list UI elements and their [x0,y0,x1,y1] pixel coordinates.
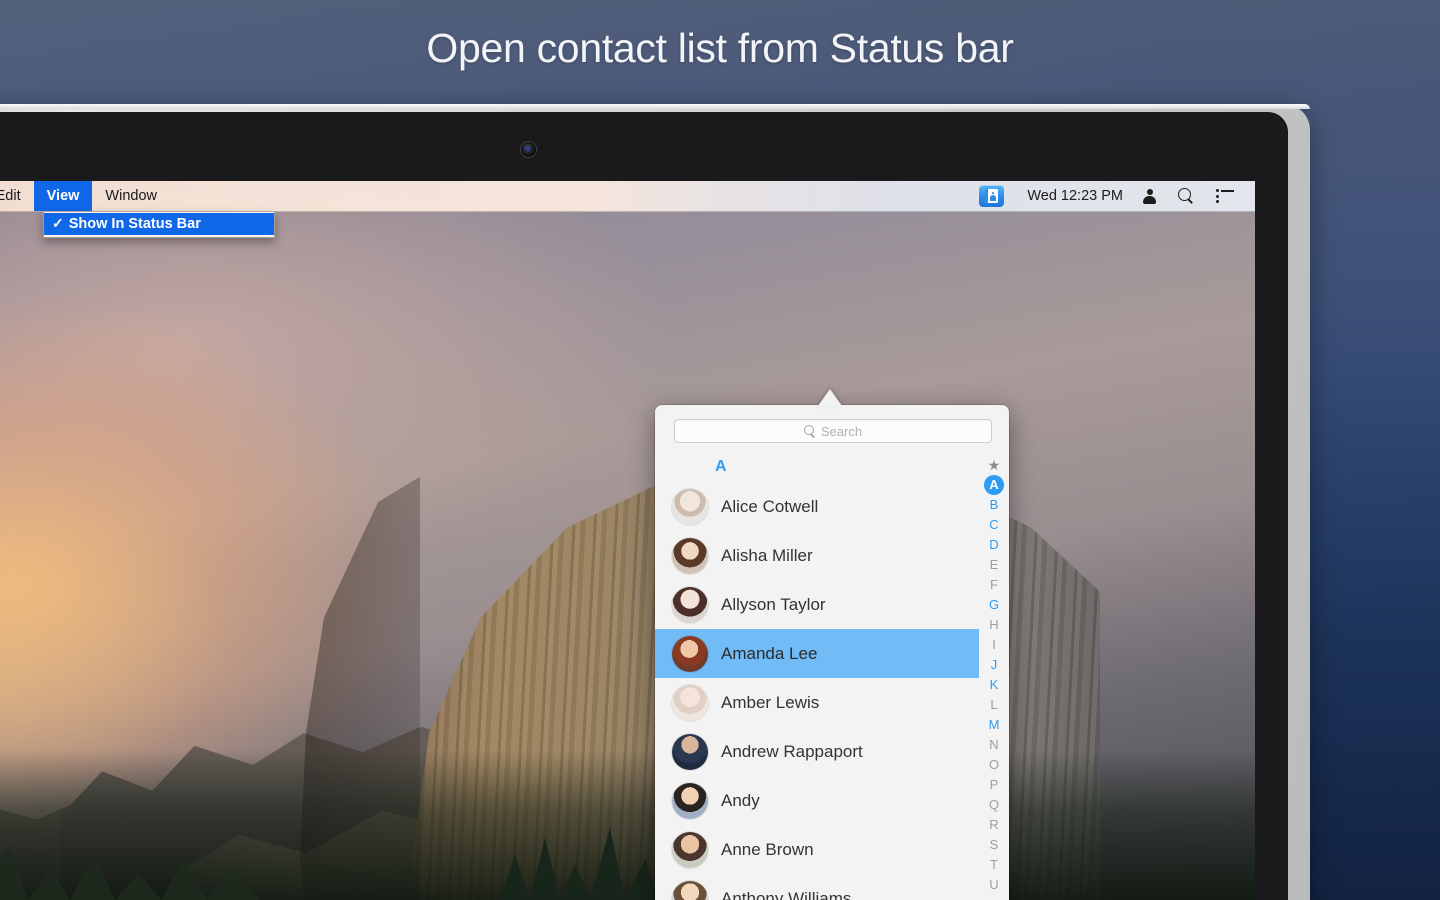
alpha-index-m[interactable]: M [984,715,1004,735]
user-account-icon[interactable] [1132,181,1167,211]
laptop-screen: x Pro File Edit View Window Wed 12:23 PM [0,181,1255,900]
alpha-index-k[interactable]: K [984,675,1004,695]
search-icon [1178,188,1194,204]
view-dropdown-menu: ✓ Show In Status Bar [43,212,275,238]
alpha-index-favorites[interactable]: ★ [984,455,1004,475]
menu-option-show-in-status-bar[interactable]: ✓ Show In Status Bar [44,213,274,235]
popover-body: A Alice Cotwell Alisha Miller Allyson Ta… [655,452,1009,900]
alpha-index-q[interactable]: Q [984,795,1004,815]
list-item[interactable]: Alisha Miller [655,531,979,580]
search-input[interactable]: Search [674,419,992,443]
search-icon [803,425,816,437]
webcam-glint [526,147,530,151]
avatar [672,880,708,900]
contact-name: Allyson Taylor [721,594,826,614]
contact-name: Anne Brown [721,839,814,859]
contacts-book-icon [979,185,1005,207]
contact-name: Amanda Lee [721,643,818,663]
alpha-index-f[interactable]: F [984,575,1004,595]
alpha-index-s[interactable]: S [984,835,1004,855]
contacts-book-glyph [985,189,999,203]
contact-list[interactable]: A Alice Cotwell Alisha Miller Allyson Ta… [655,452,979,900]
page-title: Open contact list from Status bar [426,25,1014,71]
alpha-index-b[interactable]: B [984,495,1004,515]
avatar [672,733,708,770]
list-item[interactable]: Alice Cotwell [655,482,979,531]
section-header-a: A [715,458,727,475]
person-icon [1143,188,1156,204]
menu-item-window[interactable]: Window [92,181,170,211]
contact-name: Anthony Williams [721,888,852,900]
list-item[interactable]: Anne Brown [655,825,979,874]
avatar [672,537,708,574]
avatar [672,488,708,525]
alpha-index-c[interactable]: C [984,515,1004,535]
alpha-index-j[interactable]: J [984,655,1004,675]
alpha-index-n[interactable]: N [984,735,1004,755]
alphabet-index[interactable]: ★ A B C D E F G H I J K L M N O P Q R S … [979,452,1009,900]
search-placeholder: Search [820,423,863,439]
laptop-top-edge [0,104,1310,109]
list-item[interactable]: Andy [655,776,979,825]
checkmark-icon: ✓ [52,215,64,231]
alpha-index-t[interactable]: T [984,855,1004,875]
list-item-selected[interactable]: Amanda Lee [655,629,979,678]
list-item[interactable]: Anthony Williams [655,874,979,900]
avatar [672,831,708,868]
alpha-index-i[interactable]: I [984,635,1004,655]
menu-item-edit[interactable]: Edit [0,181,34,211]
menu-bar-spacer [170,181,968,211]
contact-name: Alice Cotwell [721,496,819,516]
alpha-index-l[interactable]: L [984,695,1004,715]
avatar [672,684,708,721]
alpha-index-e[interactable]: E [984,555,1004,575]
list-item[interactable]: Amber Lewis [655,678,979,727]
menu-bar-status-area: Wed 12:23 PM [968,181,1255,211]
avatar [672,782,708,819]
search-bar-container: Search [655,405,1009,452]
popover-arrow [818,389,842,406]
menu-bar: x Pro File Edit View Window Wed 12:23 PM [0,181,1255,212]
contact-name: Andy [721,790,760,810]
menu-bar-clock[interactable]: Wed 12:23 PM [1015,181,1132,211]
alpha-index-d[interactable]: D [984,535,1004,555]
notification-center-icon[interactable] [1205,181,1245,211]
alpha-index-g[interactable]: G [984,595,1004,615]
menu-item-view[interactable]: View [33,181,93,211]
contact-name: Amber Lewis [721,692,820,712]
contacts-status-icon[interactable] [968,181,1015,211]
avatar [672,586,708,623]
contact-name: Andrew Rappaport [721,741,863,761]
alpha-index-o[interactable]: O [984,755,1004,775]
alpha-index-u[interactable]: U [984,875,1004,895]
desktop-wallpaper [0,181,1255,900]
alpha-index-v[interactable]: V [984,895,1004,900]
contact-name: Alisha Miller [721,545,813,565]
alpha-index-p[interactable]: P [984,775,1004,795]
avatar [672,635,708,672]
list-icon [1216,189,1234,203]
alpha-index-r[interactable]: R [984,815,1004,835]
alpha-index-h[interactable]: H [984,615,1004,635]
list-item[interactable]: Andrew Rappaport [655,727,979,776]
alpha-index-a[interactable]: A [984,475,1004,495]
list-item[interactable]: Allyson Taylor [655,580,979,629]
menu-option-label: Show In Status Bar [68,215,201,232]
screenshot-root: Open contact list from Status bar x Pro … [0,0,1440,900]
spotlight-search-icon[interactable] [1167,181,1205,211]
contacts-popover: Search A Alice Cotwell Alisha Miller All… [655,405,1009,900]
